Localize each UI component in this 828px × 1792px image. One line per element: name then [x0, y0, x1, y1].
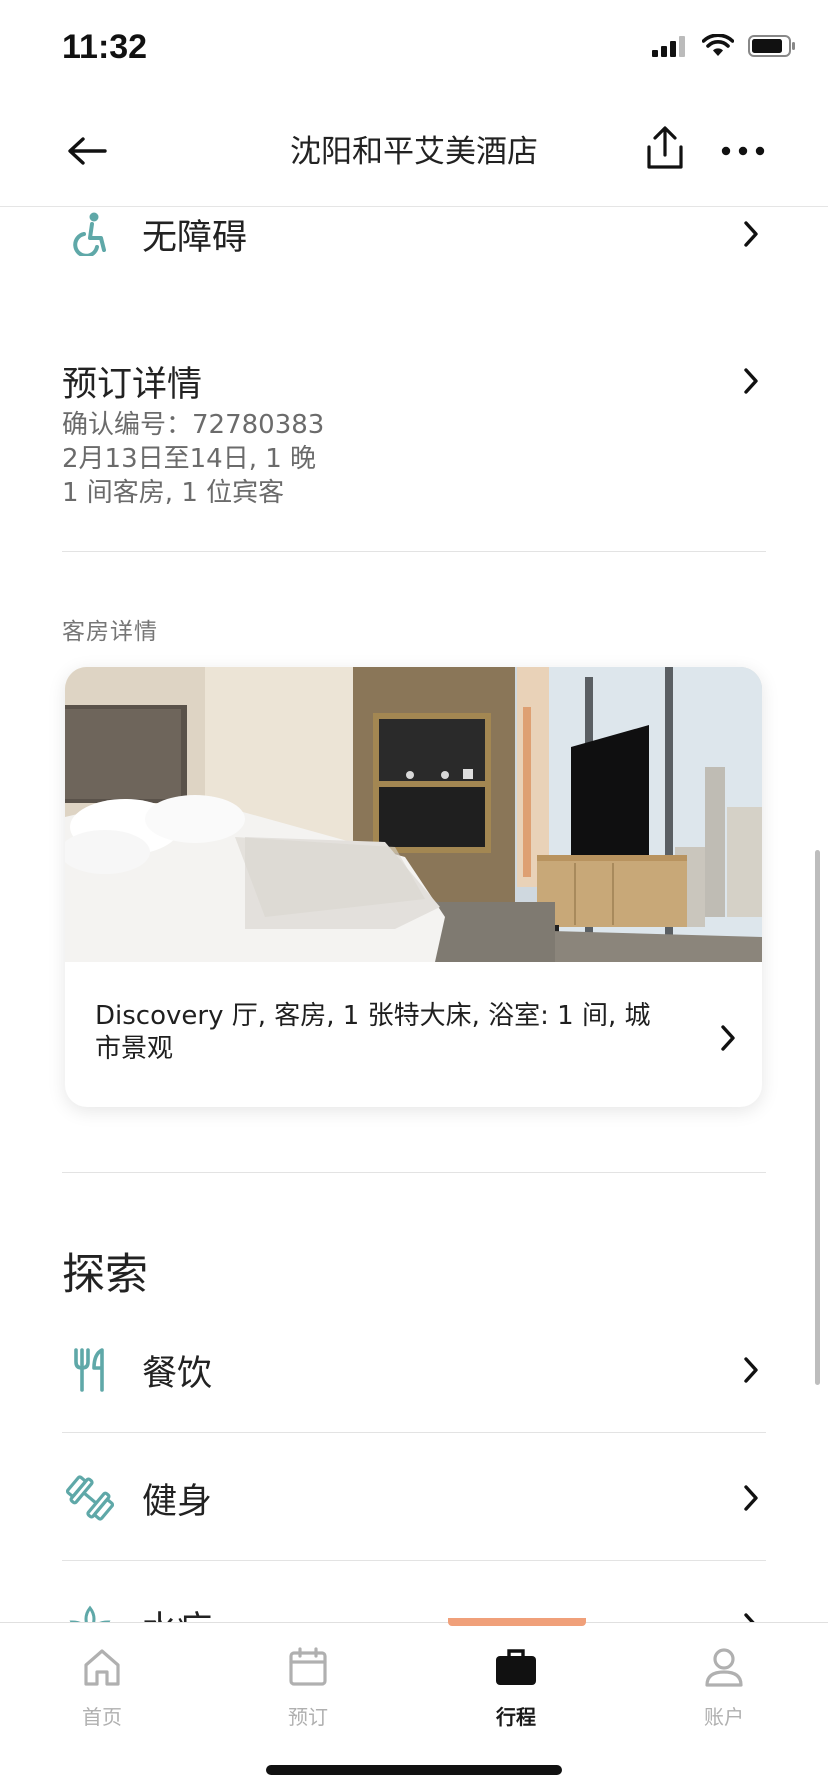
room-description: Discovery 厅, 客房, 1 张特大床, 浴室: 1 间, 城市景观	[95, 1001, 651, 1064]
nav-bar: 沈阳和平艾美酒店	[0, 100, 828, 207]
page-title: 沈阳和平艾美酒店	[290, 134, 538, 170]
explore-item-dining[interactable]: 餐饮	[62, 1342, 766, 1398]
home-indicator[interactable]	[266, 1765, 562, 1775]
chevron-right-icon	[713, 1023, 743, 1053]
calendar-icon	[284, 1643, 332, 1691]
status-icons	[652, 34, 796, 58]
tab-trips[interactable]: 行程	[456, 1643, 576, 1730]
tab-label: 首页	[82, 1705, 122, 1729]
more-dots-icon	[721, 146, 765, 156]
wifi-icon	[702, 34, 734, 56]
room-card[interactable]: Discovery 厅, 客房, 1 张特大床, 浴室: 1 间, 城市景观	[65, 667, 762, 1107]
status-time: 11:32	[62, 28, 148, 66]
booking-summary: 确认编号：72780383 2月13日至14日, 1 晚 1 间客房, 1 位宾…	[62, 408, 324, 510]
signal-icon	[652, 36, 685, 57]
chevron-right-icon[interactable]	[736, 366, 766, 396]
divider	[62, 1560, 766, 1561]
more-button[interactable]	[718, 126, 768, 176]
chevron-right-icon	[736, 219, 766, 249]
accessibility-label: 无障碍	[142, 217, 248, 258]
room-details-caption: 客房详情	[62, 619, 158, 645]
chevron-right-icon	[736, 1483, 766, 1513]
explore-title: 探索	[62, 1250, 148, 1300]
stay-dates: 2月13日至14日, 1 晚	[62, 444, 317, 474]
status-bar: 11:32	[0, 0, 828, 100]
share-icon	[647, 126, 683, 169]
divider	[62, 1172, 766, 1173]
tab-label: 预订	[288, 1705, 328, 1729]
explore-item-fitness[interactable]: 健身	[62, 1470, 766, 1526]
explore-item-label: 餐饮	[142, 1353, 213, 1394]
chevron-right-icon	[736, 1355, 766, 1385]
tab-account[interactable]: 账户	[664, 1643, 784, 1730]
tab-label: 账户	[704, 1705, 744, 1729]
briefcase-icon	[492, 1643, 540, 1691]
booking-details-title[interactable]: 预订详情	[62, 356, 202, 407]
dumbbell-icon	[62, 1470, 118, 1526]
room-photo	[65, 667, 762, 962]
tab-label: 行程	[496, 1705, 536, 1729]
home-icon	[78, 1643, 126, 1691]
divider	[62, 1432, 766, 1433]
scrollbar[interactable]	[815, 850, 820, 1385]
user-icon	[700, 1643, 748, 1691]
room-guest-count: 1 间客房, 1 位宾客	[62, 478, 285, 508]
explore-item-label: 健身	[142, 1481, 213, 1522]
tab-booking[interactable]: 预订	[248, 1643, 368, 1730]
tab-active-indicator	[448, 1618, 586, 1626]
divider	[62, 551, 766, 552]
battery-icon	[748, 35, 795, 57]
accessibility-row[interactable]: 无障碍	[62, 206, 766, 262]
share-button[interactable]	[640, 120, 690, 176]
confirmation-number: 确认编号：72780383	[62, 410, 325, 440]
fork-knife-icon	[62, 1342, 118, 1398]
tab-home[interactable]: 首页	[42, 1643, 162, 1730]
wheelchair-icon	[62, 206, 118, 262]
